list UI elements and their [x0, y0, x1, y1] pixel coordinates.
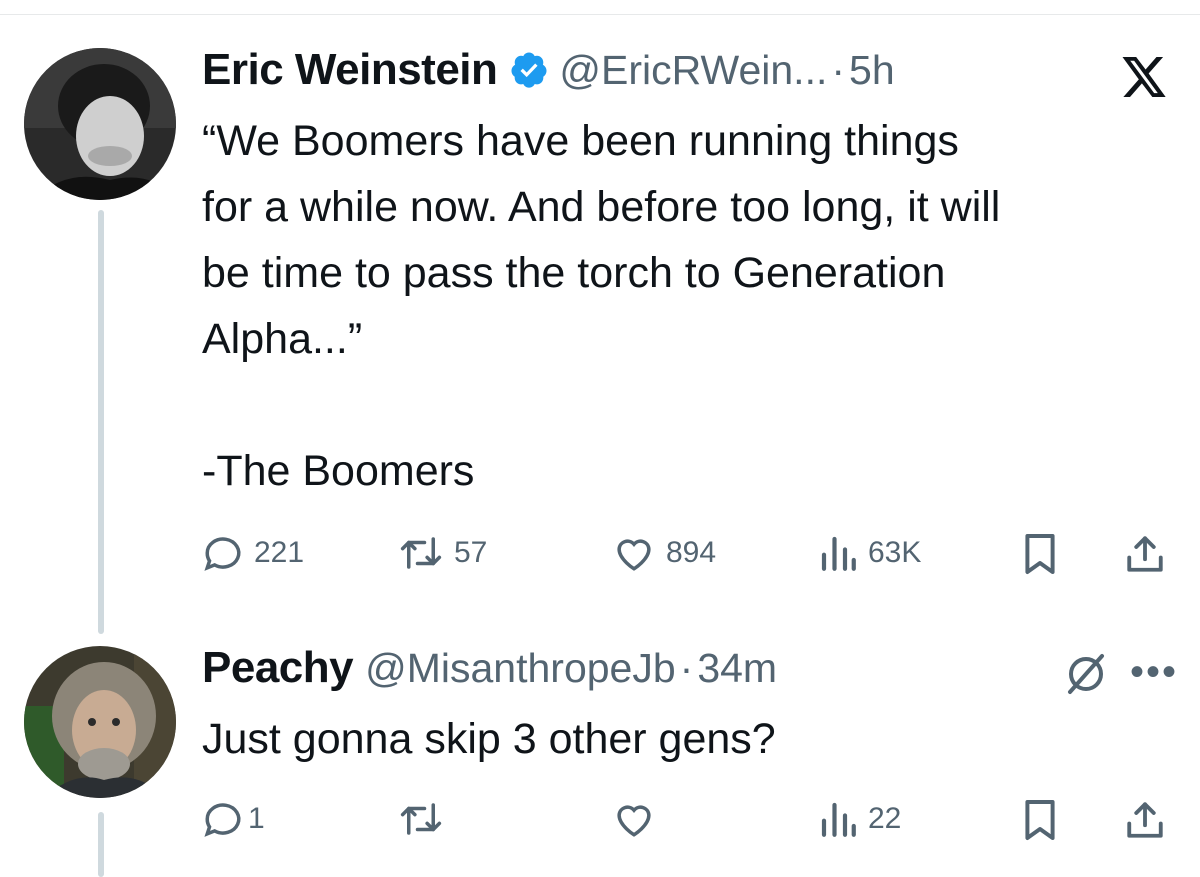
bookmark-icon [1025, 800, 1055, 840]
author-handle[interactable]: @EricRWein... [559, 47, 827, 94]
heart-icon [617, 805, 651, 837]
bookmark-button[interactable] [1022, 532, 1058, 576]
x-logo-icon [1118, 55, 1170, 99]
tweet-text-line [202, 372, 1192, 438]
views-button[interactable]: 22 [818, 798, 901, 840]
verified-badge-icon [509, 50, 549, 90]
share-icon [1127, 536, 1163, 572]
thread-connector [98, 210, 104, 634]
repost-button[interactable]: 57 [398, 532, 487, 574]
views-count: 22 [868, 802, 902, 835]
views-count: 63K [868, 536, 922, 569]
reply-header: Peachy @MisanthropeJb · 34m [202, 640, 777, 696]
bookmark-icon [1025, 534, 1055, 574]
repost-button[interactable] [398, 798, 444, 840]
reply-icon [204, 803, 241, 837]
top-divider [0, 14, 1200, 15]
tweet-text: “We Boomers have been running things for… [202, 108, 1192, 504]
grok-icon[interactable] [1062, 650, 1110, 698]
avatar[interactable] [24, 48, 176, 200]
reply-button[interactable]: 221 [202, 532, 304, 574]
like-button[interactable] [612, 798, 656, 840]
repost-icon [400, 803, 442, 835]
author-name[interactable]: Peachy [202, 643, 354, 693]
tweet-header: Eric Weinstein @EricRWein... · 5h [202, 42, 895, 98]
tweet-text-line: for a while now. And before too long, it… [202, 183, 1001, 231]
separator-dot: · [831, 46, 846, 93]
separator-dot: · [679, 644, 694, 691]
timestamp[interactable]: 5h [849, 47, 895, 94]
timestamp[interactable]: 34m [697, 645, 777, 692]
tweet-text-line: be time to pass the torch to Generation [202, 249, 946, 297]
like-count: 894 [666, 536, 717, 569]
reply-button[interactable]: 1 [202, 798, 265, 840]
views-button[interactable]: 63K [818, 532, 921, 574]
share-icon [1127, 802, 1163, 838]
repost-icon [400, 537, 442, 569]
repost-count: 57 [454, 536, 488, 569]
avatar[interactable] [24, 646, 176, 798]
tweet-text-line: Alpha...” [202, 315, 363, 363]
heart-icon [617, 539, 651, 571]
reply-text: Just gonna skip 3 other gens? [202, 715, 776, 763]
reply-count: 221 [254, 536, 305, 569]
tweet-text-line: -The Boomers [202, 447, 475, 495]
tweet-text-line: “We Boomers have been running things [202, 117, 959, 165]
share-button[interactable] [1124, 532, 1166, 576]
views-chart-icon [821, 802, 856, 837]
like-button[interactable]: 894 [612, 532, 716, 574]
bookmark-button[interactable] [1022, 798, 1058, 842]
views-chart-icon [821, 536, 856, 571]
reply-icon [204, 537, 241, 571]
more-options-icon[interactable]: ••• [1130, 652, 1178, 692]
reply-count: 1 [248, 802, 265, 835]
author-handle[interactable]: @MisanthropeJb [365, 645, 676, 692]
author-name[interactable]: Eric Weinstein [202, 45, 498, 95]
share-button[interactable] [1124, 798, 1166, 842]
thread-connector [98, 812, 104, 877]
